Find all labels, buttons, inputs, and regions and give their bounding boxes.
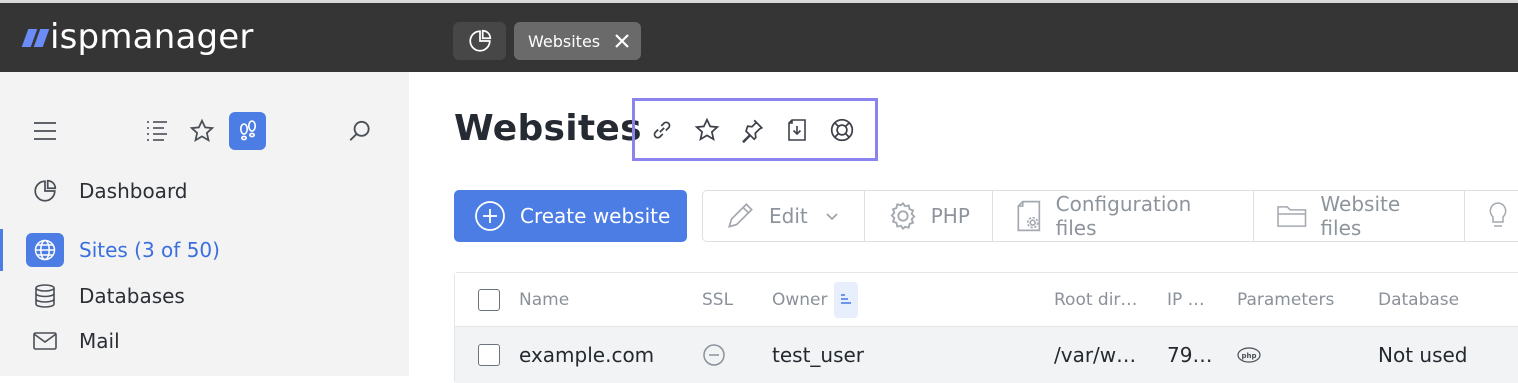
mail-icon bbox=[31, 327, 59, 355]
ssl-disabled-icon bbox=[702, 327, 726, 383]
cell-database: Not used bbox=[1378, 343, 1468, 367]
column-header-owner-label: Owner bbox=[772, 289, 828, 310]
cell-name: example.com bbox=[519, 343, 655, 367]
tab-label: Websites bbox=[528, 31, 601, 51]
column-header-ssl[interactable]: SSL bbox=[702, 273, 733, 326]
sidebar-item-label: Dashboard bbox=[79, 179, 188, 203]
title-toolbar bbox=[632, 98, 878, 161]
pin-icon[interactable] bbox=[739, 117, 765, 143]
column-header-database[interactable]: Database bbox=[1378, 273, 1459, 326]
link-icon[interactable] bbox=[649, 117, 675, 143]
cell-owner: test_user bbox=[772, 343, 865, 367]
create-website-label: Create website bbox=[520, 204, 671, 228]
main-content: Websites Create website Edit PHP Configu… bbox=[409, 72, 1518, 383]
logo[interactable]: ispmanager bbox=[21, 17, 254, 57]
more-toolbar-button[interactable] bbox=[1465, 191, 1518, 241]
create-website-button[interactable]: Create website bbox=[454, 190, 687, 242]
row-checkbox[interactable] bbox=[478, 327, 500, 383]
active-indicator bbox=[0, 229, 3, 271]
configuration-files-label: Configuration files bbox=[1055, 192, 1192, 240]
cell-ip: 79… bbox=[1167, 343, 1213, 367]
globe-icon bbox=[26, 233, 64, 267]
sort-ascending-icon[interactable] bbox=[833, 281, 858, 318]
websites-table: Name SSL Owner Root dir… IP … Parameters… bbox=[454, 272, 1518, 383]
footprints-icon[interactable] bbox=[229, 112, 266, 150]
tab-websites[interactable]: Websites bbox=[514, 22, 641, 60]
help-lifebuoy-icon[interactable] bbox=[829, 117, 855, 143]
php-button[interactable]: PHP bbox=[865, 191, 993, 241]
edit-label: Edit bbox=[769, 204, 808, 228]
logo-mark-icon bbox=[21, 29, 50, 47]
logo-text: ispmanager bbox=[50, 17, 254, 57]
pie-chart-icon bbox=[468, 29, 491, 52]
sidebar-item-databases[interactable]: Databases bbox=[0, 275, 409, 317]
search-icon[interactable] bbox=[345, 117, 375, 145]
page-title: Websites bbox=[454, 108, 642, 149]
chevron-down-icon bbox=[826, 213, 838, 221]
gear-icon bbox=[890, 201, 916, 231]
menu-icon[interactable] bbox=[30, 117, 60, 145]
lightbulb-icon bbox=[1489, 202, 1507, 227]
table-row[interactable]: example.com test_user /var/w… 79… php No… bbox=[455, 327, 1518, 383]
plus-circle-icon bbox=[475, 201, 505, 231]
sidebar: Dashboard Sites (3 of 50) Databases Mail bbox=[0, 72, 409, 376]
select-all-checkbox[interactable] bbox=[478, 273, 500, 326]
close-icon[interactable] bbox=[613, 32, 631, 50]
database-icon bbox=[31, 282, 59, 310]
php-icon: php bbox=[1237, 327, 1261, 383]
website-files-button[interactable]: Website files bbox=[1254, 191, 1465, 241]
column-header-owner[interactable]: Owner bbox=[772, 273, 858, 326]
star-icon[interactable] bbox=[694, 117, 720, 143]
configuration-files-button[interactable]: Configuration files bbox=[993, 191, 1254, 241]
sidebar-item-label: Mail bbox=[79, 329, 120, 353]
column-header-ip[interactable]: IP … bbox=[1167, 273, 1205, 326]
website-files-label: Website files bbox=[1320, 192, 1401, 240]
list-icon[interactable] bbox=[142, 117, 172, 145]
action-toolbar: Edit PHP Configuration files Website fil… bbox=[702, 190, 1518, 242]
table-header: Name SSL Owner Root dir… IP … Parameters… bbox=[455, 273, 1518, 327]
download-doc-icon[interactable] bbox=[784, 117, 810, 143]
pencil-icon bbox=[728, 203, 753, 228]
column-header-parameters[interactable]: Parameters bbox=[1237, 273, 1334, 326]
column-header-name[interactable]: Name bbox=[519, 273, 569, 326]
pie-chart-icon bbox=[31, 177, 59, 205]
config-file-icon bbox=[1017, 200, 1041, 232]
sidebar-item-sites[interactable]: Sites (3 of 50) bbox=[0, 229, 409, 271]
column-header-root-dir[interactable]: Root dir… bbox=[1054, 273, 1137, 326]
svg-text:php: php bbox=[1241, 352, 1256, 360]
sidebar-item-label: Databases bbox=[79, 284, 185, 308]
sidebar-item-mail[interactable]: Mail bbox=[0, 320, 409, 362]
edit-button[interactable]: Edit bbox=[703, 191, 865, 241]
folder-icon bbox=[1277, 206, 1307, 227]
php-label: PHP bbox=[930, 204, 970, 228]
star-icon[interactable] bbox=[187, 117, 217, 145]
sidebar-item-dashboard[interactable]: Dashboard bbox=[0, 170, 409, 212]
sidebar-item-label: Sites (3 of 50) bbox=[79, 238, 220, 262]
top-bar: ispmanager Websites bbox=[0, 0, 1518, 72]
cell-root-dir: /var/w… bbox=[1054, 343, 1137, 367]
tab-dashboard[interactable] bbox=[453, 22, 506, 60]
